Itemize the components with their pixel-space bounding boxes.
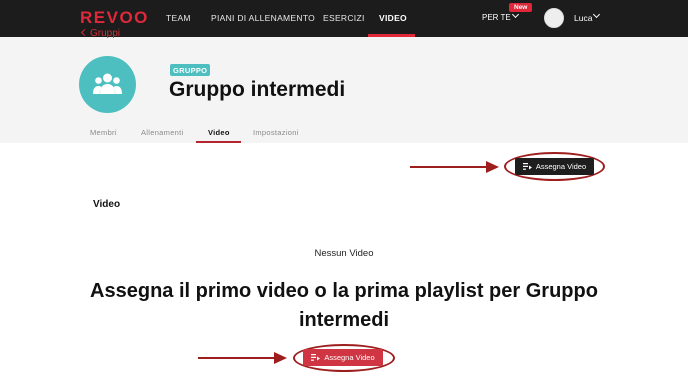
tab-allenamenti[interactable]: Allenamenti <box>141 128 184 137</box>
group-title: Gruppo intermedi <box>169 78 346 101</box>
assign-video-button[interactable]: Assegna Video <box>515 158 594 175</box>
cta-assign-video-label: Assegna Video <box>324 353 375 362</box>
group-avatar <box>79 56 136 113</box>
user-menu[interactable]: Luca <box>574 13 592 23</box>
nav-link-team[interactable]: TEAM <box>166 13 191 23</box>
people-group-icon <box>93 73 122 94</box>
empty-state-heading: Assegna il primo video o la prima playli… <box>90 280 598 331</box>
cta-assign-video-button[interactable]: Assegna Video <box>303 349 383 366</box>
chevron-down-icon[interactable] <box>592 10 601 19</box>
annotation-arrow-top <box>410 161 499 173</box>
per-te-menu[interactable]: PER TE <box>482 13 511 22</box>
empty-state-title: Nessun Video <box>314 248 374 259</box>
user-avatar[interactable] <box>544 8 564 28</box>
tab-impostazioni[interactable]: Impostazioni <box>253 128 299 137</box>
annotation-arrow-bottom <box>198 352 287 364</box>
nav-link-piani[interactable]: PIANI DI ALLENAMENTO <box>211 13 315 23</box>
back-link-label: Gruppi <box>90 28 121 39</box>
section-title: Video <box>93 199 121 210</box>
tab-membri[interactable]: Membri <box>90 128 117 137</box>
chevron-down-icon[interactable] <box>511 10 520 19</box>
back-link[interactable]: Gruppi <box>80 28 121 39</box>
assign-video-button-label: Assegna Video <box>535 162 587 171</box>
group-type-badge: GRUPPO <box>170 64 211 76</box>
active-tab-indicator <box>196 141 241 143</box>
revoo-logo[interactable]: REVOO <box>80 8 149 28</box>
nav-link-esercizi[interactable]: ESERCIZI <box>323 13 365 23</box>
nav-link-video[interactable]: VIDEO <box>379 13 407 23</box>
chevron-left-icon <box>80 28 89 37</box>
new-badge: New <box>509 3 533 12</box>
tab-video[interactable]: Video <box>208 128 230 137</box>
playlist-add-icon <box>311 354 321 361</box>
playlist-add-icon <box>522 163 532 170</box>
